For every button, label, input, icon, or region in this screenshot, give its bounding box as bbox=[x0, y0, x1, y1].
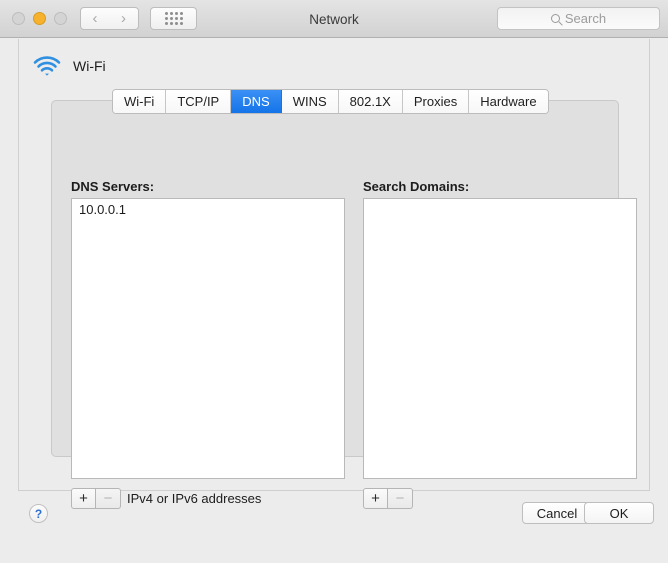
ok-button[interactable]: OK bbox=[584, 502, 654, 524]
dns-servers-add-remove: + − bbox=[71, 488, 121, 509]
search-domains-list[interactable] bbox=[363, 198, 637, 479]
search-placeholder: Search bbox=[564, 11, 607, 26]
search-domains-add-remove: + − bbox=[363, 488, 413, 509]
service-header: Wi-Fi bbox=[32, 55, 106, 77]
remove-dns-server-button[interactable]: − bbox=[96, 488, 121, 509]
plus-icon: + bbox=[79, 490, 88, 507]
tab-tcp-ip[interactable]: TCP/IP bbox=[166, 90, 232, 113]
search-icon bbox=[550, 14, 560, 23]
add-dns-server-button[interactable]: + bbox=[71, 488, 96, 509]
minus-icon: − bbox=[395, 490, 405, 507]
window-title-text: Network bbox=[309, 11, 359, 27]
window-titlebar: ‹ › Network Search bbox=[0, 0, 668, 38]
network-preferences-window: ‹ › Network Search Wi-Fi DNS Servers: Se… bbox=[0, 0, 668, 563]
dns-servers-list[interactable]: 10.0.0.1 bbox=[71, 198, 345, 479]
search-domains-label: Search Domains: bbox=[363, 179, 470, 194]
minus-icon: − bbox=[103, 490, 113, 507]
list-item[interactable]: 10.0.0.1 bbox=[72, 199, 344, 219]
dns-servers-hint: IPv4 or IPv6 addresses bbox=[127, 491, 262, 506]
add-search-domain-button[interactable]: + bbox=[363, 488, 388, 509]
dns-servers-label: DNS Servers: bbox=[71, 179, 155, 194]
tab-hardware[interactable]: Hardware bbox=[469, 90, 548, 113]
help-button[interactable]: ? bbox=[29, 504, 48, 523]
tab-wi-fi[interactable]: Wi-Fi bbox=[113, 90, 167, 113]
cancel-button-label: Cancel bbox=[536, 505, 578, 521]
question-mark-icon: ? bbox=[34, 506, 43, 521]
search-input[interactable]: Search bbox=[497, 7, 660, 30]
tab-802-1x[interactable]: 802.1X bbox=[338, 90, 403, 113]
cancel-button[interactable]: Cancel bbox=[522, 502, 592, 524]
ok-button-label: OK bbox=[609, 505, 629, 521]
tab-wins[interactable]: WINS bbox=[281, 90, 339, 113]
settings-tab-bar: Wi-Fi TCP/IP DNS WINS 802.1X Proxies Hardware bbox=[112, 89, 549, 114]
service-name: Wi-Fi bbox=[73, 58, 106, 74]
remove-search-domain-button[interactable]: − bbox=[388, 488, 413, 509]
plus-icon: + bbox=[371, 490, 380, 507]
wifi-icon bbox=[32, 55, 62, 77]
tab-dns[interactable]: DNS bbox=[231, 90, 282, 113]
tab-proxies[interactable]: Proxies bbox=[402, 90, 470, 113]
